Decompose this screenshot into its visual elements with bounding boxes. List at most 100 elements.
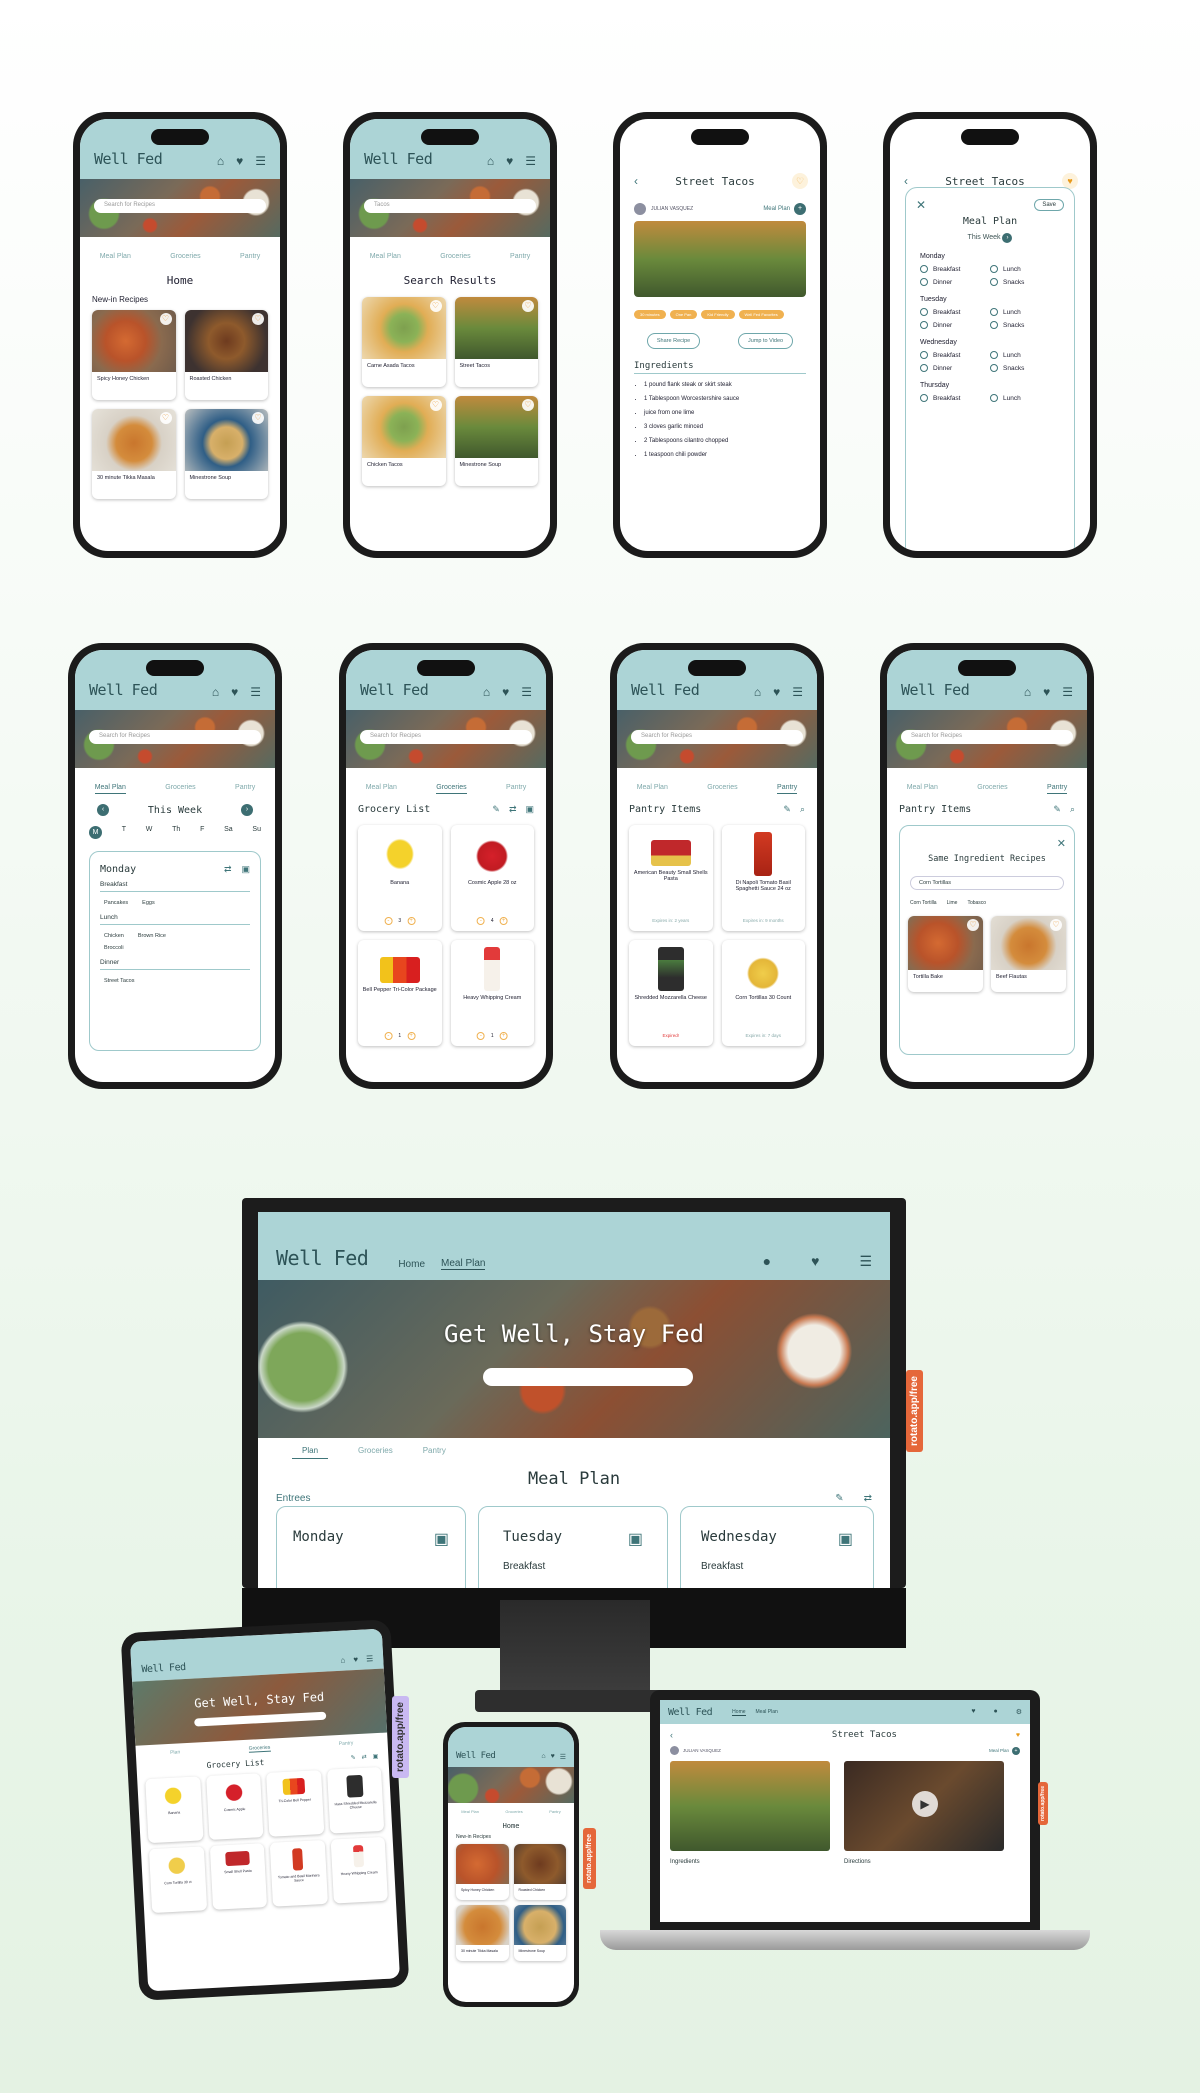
- tab-pantry[interactable]: Pantry: [549, 1809, 561, 1814]
- tab-meal-plan[interactable]: Meal Plan: [370, 253, 401, 260]
- tab-groceries[interactable]: Groceries: [170, 253, 200, 260]
- heart-icon[interactable]: ♥: [236, 154, 243, 168]
- day-card-tuesday[interactable]: Tuesday ▣ Breakfast: [478, 1506, 668, 1590]
- tab-pantry[interactable]: Pantry: [235, 784, 255, 794]
- snacks-checkbox[interactable]: Snacks: [990, 321, 1060, 329]
- user-icon[interactable]: ●: [763, 1253, 771, 1270]
- calendar-icon[interactable]: ▣: [241, 864, 250, 875]
- meal-plan-link[interactable]: Meal Plan: [989, 1748, 1009, 1753]
- recipe-card[interactable]: Spicy Honey Chicken: [456, 1844, 509, 1900]
- nav-meal-plan[interactable]: Meal Plan: [756, 1709, 778, 1715]
- minus-icon[interactable]: -: [384, 1032, 393, 1040]
- breakfast-checkbox[interactable]: Breakfast: [920, 394, 990, 402]
- plus-icon[interactable]: +: [407, 1032, 416, 1040]
- day-chip[interactable]: W: [146, 826, 153, 839]
- minus-icon[interactable]: -: [476, 1032, 485, 1040]
- swap-icon[interactable]: ⇄: [864, 1493, 872, 1504]
- breakfast-checkbox[interactable]: Breakfast: [920, 265, 990, 273]
- tab-meal-plan[interactable]: Meal Plan: [637, 784, 668, 794]
- heart-icon[interactable]: ♥: [1043, 685, 1050, 699]
- search-icon[interactable]: ⌕: [1070, 804, 1075, 815]
- swap-icon[interactable]: ⇄: [224, 864, 232, 875]
- gear-icon[interactable]: ⚙: [1016, 1708, 1022, 1716]
- grocery-item-card[interactable]: Tri-Color Bell Pepper: [266, 1770, 324, 1837]
- minus-icon[interactable]: -: [476, 917, 485, 925]
- recipe-card[interactable]: Carne Asada Tacos: [362, 297, 446, 387]
- pantry-item-card[interactable]: Shredded Mozzarella Cheese Expired!: [629, 940, 713, 1046]
- calendar-icon[interactable]: ▣: [525, 804, 534, 815]
- dinner-checkbox[interactable]: Dinner: [920, 278, 990, 286]
- home-icon[interactable]: ⌂: [217, 154, 224, 168]
- recipe-card[interactable]: Tortilla Bake: [908, 916, 983, 992]
- recipe-card[interactable]: Minestrone Soup: [454, 396, 538, 486]
- ingredient-chip[interactable]: Lime: [947, 900, 958, 906]
- logo[interactable]: Well Fed: [668, 1707, 713, 1718]
- recipe-card[interactable]: Minestrone Soup: [513, 1905, 566, 1961]
- menu-icon[interactable]: ☰: [366, 1654, 374, 1663]
- heart-icon[interactable]: ♥: [353, 1655, 358, 1664]
- home-icon[interactable]: ⌂: [487, 154, 494, 168]
- heart-icon[interactable]: ♥: [506, 154, 513, 168]
- calendar-icon[interactable]: ▣: [434, 1529, 449, 1549]
- recipe-card[interactable]: Roasted Chicken: [184, 310, 268, 400]
- back-icon[interactable]: ‹: [634, 174, 638, 188]
- dinner-checkbox[interactable]: Dinner: [920, 364, 990, 372]
- chevron-right-icon[interactable]: ›: [1002, 233, 1013, 243]
- search-icon[interactable]: ⌕: [800, 804, 805, 815]
- tab-meal-plan[interactable]: Meal Plan: [461, 1809, 479, 1814]
- tab-pantry[interactable]: Pantry: [510, 253, 530, 260]
- plus-icon[interactable]: +: [499, 917, 508, 925]
- snacks-checkbox[interactable]: Snacks: [990, 364, 1060, 372]
- tab-pantry[interactable]: Pantry: [339, 1740, 354, 1748]
- day-chip[interactable]: T: [122, 826, 126, 839]
- hero-search-input[interactable]: [194, 1711, 327, 1727]
- heart-icon[interactable]: ♥: [773, 685, 780, 699]
- nav-meal-plan[interactable]: Meal Plan: [441, 1258, 486, 1270]
- tab-groceries[interactable]: Groceries: [358, 1446, 393, 1459]
- menu-icon[interactable]: ☰: [859, 1253, 872, 1270]
- day-chip[interactable]: Su: [252, 826, 261, 839]
- search-input[interactable]: Search for Recipes: [631, 730, 803, 744]
- tab-pantry[interactable]: Pantry: [777, 784, 798, 794]
- pantry-item-card[interactable]: American Beauty Small Shells Pasta Expire…: [629, 825, 713, 931]
- home-icon[interactable]: ⌂: [541, 1753, 545, 1761]
- grocery-item-card[interactable]: Tomato and Basil Marinara Sauce: [269, 1839, 328, 1907]
- tab-groceries[interactable]: Groceries: [977, 784, 1007, 794]
- lunch-checkbox[interactable]: Lunch: [990, 265, 1060, 273]
- chevron-left-icon[interactable]: ‹: [97, 804, 109, 816]
- logo[interactable]: Well Fed: [360, 681, 429, 699]
- back-icon[interactable]: ‹: [670, 1730, 673, 1740]
- day-chip[interactable]: Sa: [224, 826, 233, 839]
- search-input[interactable]: Search for Recipes: [94, 199, 266, 213]
- favorite-icon[interactable]: ♥: [1016, 1732, 1020, 1739]
- jump-to-video-button[interactable]: Jump to Video: [738, 333, 794, 349]
- logo[interactable]: Well Fed: [901, 681, 970, 699]
- edit-icon[interactable]: ✎: [783, 804, 791, 815]
- breakfast-checkbox[interactable]: Breakfast: [920, 308, 990, 316]
- grocery-item-card[interactable]: Cosmic Apple: [205, 1773, 264, 1840]
- rotato-badge[interactable]: rotato.app/free: [392, 1696, 409, 1779]
- logo[interactable]: Well Fed: [364, 150, 433, 168]
- add-icon[interactable]: +: [794, 203, 806, 215]
- day-chip[interactable]: F: [200, 826, 204, 839]
- tab-pantry[interactable]: Pantry: [1047, 784, 1068, 794]
- heart-icon[interactable]: ♥: [502, 685, 509, 699]
- menu-icon[interactable]: ☰: [560, 1753, 566, 1761]
- day-card-monday[interactable]: Monday ▣: [276, 1506, 466, 1590]
- home-icon[interactable]: ⌂: [1024, 685, 1031, 699]
- day-chip[interactable]: Th: [172, 826, 180, 839]
- play-icon[interactable]: ▶: [912, 1791, 938, 1817]
- tab-meal-plan[interactable]: Meal Plan: [366, 784, 397, 794]
- calendar-icon[interactable]: ▣: [628, 1529, 643, 1549]
- grocery-item-card[interactable]: Heavy Whipping Cream: [330, 1836, 388, 1904]
- tab-groceries[interactable]: Groceries: [440, 253, 470, 260]
- home-icon[interactable]: ⌂: [754, 685, 761, 699]
- calendar-icon[interactable]: ▣: [838, 1529, 853, 1549]
- minus-icon[interactable]: -: [384, 917, 393, 925]
- tab-groceries[interactable]: Groceries: [707, 784, 737, 794]
- tab-meal-plan[interactable]: Meal Plan: [907, 784, 938, 794]
- grocery-item-card[interactable]: Bell Pepper Tri-Color Package -1 +: [358, 940, 442, 1046]
- recipe-card[interactable]: 30 minute Tikka Masala: [92, 409, 176, 499]
- day-chip-active[interactable]: M: [89, 826, 102, 839]
- tab-plan[interactable]: Plan: [170, 1749, 180, 1757]
